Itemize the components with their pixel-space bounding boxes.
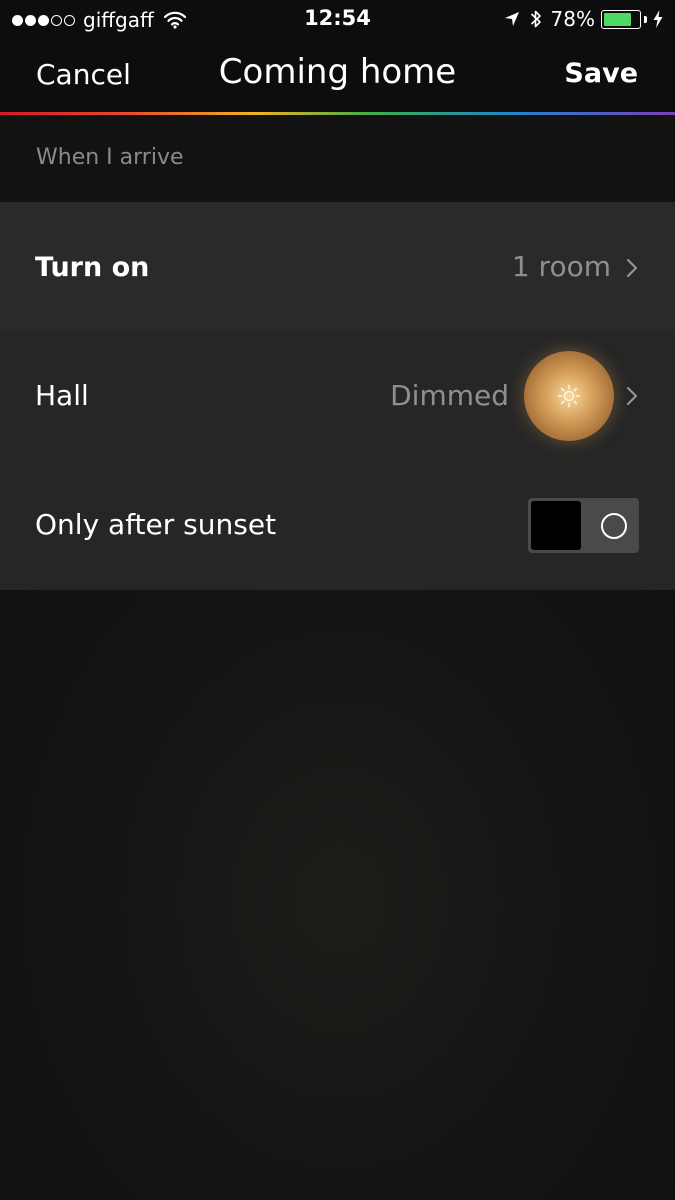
cancel-button[interactable]: Cancel (36, 58, 131, 91)
status-bar: giffgaff 12:54 78% (0, 0, 675, 40)
turn-on-row[interactable]: Turn on 1 room (0, 202, 675, 331)
screen: giffgaff 12:54 78% Cancel Coming home Sa… (0, 0, 675, 1200)
charging-bolt-icon (653, 10, 663, 28)
battery-nub (644, 15, 647, 23)
hall-row[interactable]: Hall Dimmed (0, 331, 675, 460)
light-color-indicator[interactable] (524, 351, 614, 441)
only-after-sunset-toggle[interactable] (528, 498, 639, 553)
chevron-right-icon (627, 259, 637, 277)
location-arrow-icon (504, 12, 519, 26)
hall-label: Hall (35, 379, 89, 412)
chevron-right-icon (627, 387, 637, 405)
only-after-sunset-label: Only after sunset (35, 508, 277, 541)
turn-on-value: 1 room (511, 250, 611, 283)
battery-icon (601, 9, 641, 29)
toggle-off-icon (601, 513, 627, 539)
hall-value: Dimmed (390, 379, 509, 412)
turn-on-label: Turn on (35, 252, 150, 283)
battery-percent: 78% (550, 7, 595, 31)
section-header: When I arrive (0, 115, 675, 202)
only-after-sunset-row: Only after sunset (0, 460, 675, 590)
section-header-label: When I arrive (36, 145, 184, 170)
bluetooth-icon (530, 10, 541, 28)
battery-fill (604, 12, 631, 26)
save-button[interactable]: Save (564, 58, 638, 89)
nav-bar: Cancel Coming home Save (0, 40, 675, 112)
toggle-knob (531, 501, 581, 550)
status-right: 78% (504, 7, 663, 31)
sun-icon (557, 384, 581, 408)
